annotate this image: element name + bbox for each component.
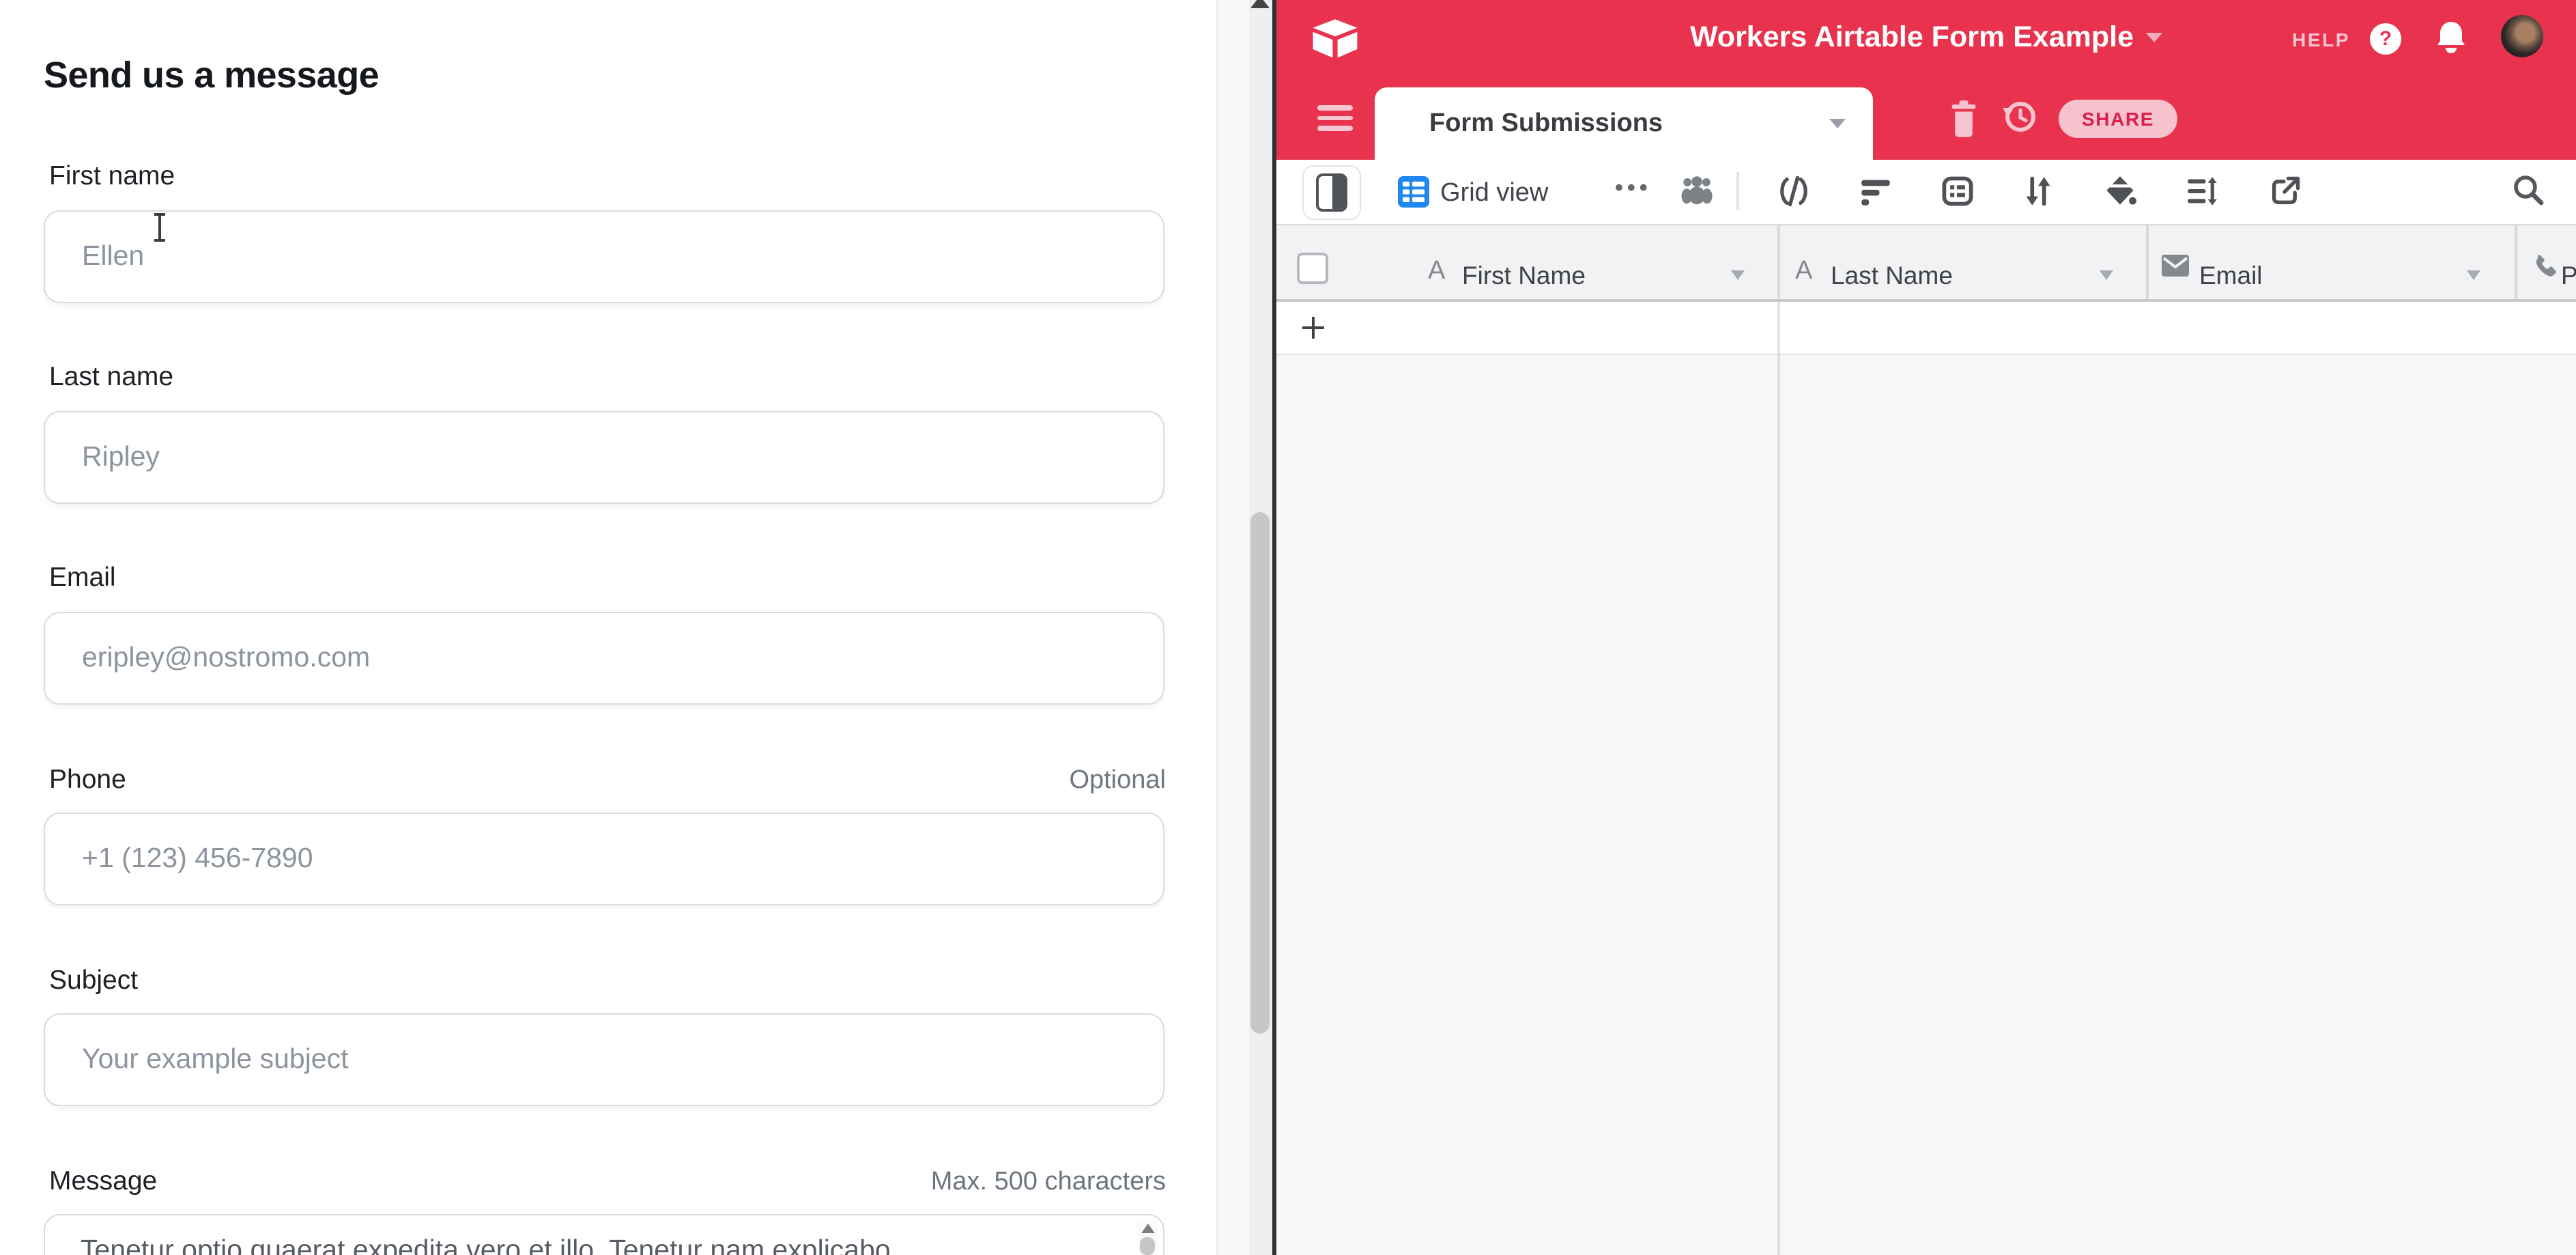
email-field-icon	[2161, 254, 2190, 277]
phone-label: Phone	[49, 765, 126, 796]
frozen-column-divider[interactable]	[1777, 355, 1779, 1255]
chevron-down-icon[interactable]	[1829, 119, 1846, 128]
email-placeholder: eripley@nostromo.com	[82, 613, 370, 703]
email-input[interactable]: eripley@nostromo.com	[44, 612, 1164, 705]
chevron-down-icon[interactable]	[2146, 33, 2162, 42]
column-header-last-name[interactable]: Last Name	[1831, 261, 1953, 291]
phone-field-icon	[2530, 253, 2558, 281]
base-title[interactable]: Workers Airtable Form Example	[1690, 20, 2134, 53]
message-scroll-thumb[interactable]	[1140, 1237, 1155, 1255]
subject-label: Subject	[49, 965, 138, 997]
phone-placeholder: +1 (123) 456-7890	[82, 814, 313, 904]
message-maxchars-note: Max. 500 characters	[931, 1168, 1166, 1198]
column-divider[interactable]	[2515, 225, 2517, 299]
scroll-up-icon[interactable]	[1141, 1224, 1155, 1233]
email-label: Email	[49, 563, 116, 594]
text-field-icon: A	[1428, 257, 1445, 287]
last-name-input[interactable]: Ripley	[44, 411, 1164, 504]
last-name-label: Last name	[49, 362, 173, 393]
bell-icon[interactable]	[2435, 20, 2467, 56]
form-title: Send us a message	[44, 55, 379, 97]
airtable-topbar: Workers Airtable Form Example HELP ?	[1276, 0, 2576, 81]
contact-form-pane: Send us a message First name Ellen Last …	[0, 0, 1216, 1255]
chevron-down-icon[interactable]	[1731, 270, 1745, 280]
question-mark-icon[interactable]: ?	[2370, 23, 2401, 55]
chevron-down-icon[interactable]	[2100, 270, 2113, 280]
select-all-checkbox[interactable]	[1297, 253, 1328, 284]
phone-optional-note: Optional	[1069, 766, 1166, 796]
filter-icon[interactable]	[1859, 175, 1892, 208]
airtable-tabbar: Form Submissions SHARE	[1276, 81, 2576, 160]
row-height-icon[interactable]	[2186, 175, 2218, 208]
message-text: Tenetur optio quaerat expedita vero et i…	[81, 1235, 1132, 1255]
grid-view-icon[interactable]	[1398, 176, 1429, 208]
text-cursor-icon	[153, 213, 167, 242]
screen: Send us a message First name Ellen Last …	[0, 0, 2576, 1255]
airtable-window: Workers Airtable Form Example HELP ? For…	[1276, 0, 2576, 1255]
group-icon[interactable]	[1941, 175, 1974, 208]
column-header-email[interactable]: Email	[2199, 261, 2263, 291]
tab-form-submissions[interactable]: Form Submissions	[1375, 87, 1873, 160]
scroll-up-arrow-icon[interactable]	[1250, 0, 1270, 8]
message-label: Message	[49, 1166, 157, 1198]
column-header-first-name[interactable]: First Name	[1462, 261, 1586, 291]
share-view-icon[interactable]	[2269, 175, 2302, 208]
column-divider[interactable]	[1777, 225, 1779, 299]
frozen-column-divider	[1777, 302, 1779, 354]
sidebar-icon	[1316, 173, 1347, 212]
collaborators-icon[interactable]	[1680, 173, 1713, 206]
first-name-input[interactable]: Ellen	[44, 210, 1164, 303]
color-icon[interactable]	[2104, 175, 2136, 208]
plus-icon[interactable]	[1302, 317, 1324, 339]
add-record-row[interactable]	[1276, 302, 2576, 355]
page-gutter	[1216, 0, 1250, 1255]
table-tab-label: Form Submissions	[1429, 87, 1663, 160]
sort-icon[interactable]	[2022, 175, 2055, 208]
share-button[interactable]: SHARE	[2059, 100, 2177, 138]
view-sidebar-toggle[interactable]	[1302, 165, 1361, 220]
column-divider[interactable]	[2146, 225, 2148, 299]
last-name-placeholder: Ripley	[82, 412, 160, 503]
view-name[interactable]: Grid view	[1440, 179, 1548, 209]
first-name-label: First name	[49, 161, 175, 193]
toolbar-divider	[1736, 172, 1739, 210]
help-button[interactable]: HELP	[2292, 29, 2350, 51]
subject-input[interactable]: Your example subject	[44, 1013, 1164, 1106]
first-name-placeholder: Ellen	[82, 212, 144, 302]
trash-icon[interactable]	[1949, 100, 1978, 138]
avatar[interactable]	[2501, 15, 2543, 57]
column-header-phone[interactable]: Phone	[2561, 261, 2576, 291]
phone-input[interactable]: +1 (123) 456-7890	[44, 813, 1164, 905]
search-icon[interactable]	[2512, 173, 2545, 206]
text-field-icon: A	[1795, 257, 1812, 287]
hide-fields-icon[interactable]	[1777, 175, 1810, 208]
view-options-ellipsis[interactable]: •••	[1615, 175, 1652, 202]
grid-empty-area	[1276, 355, 2576, 1255]
page-scrollbar-thumb[interactable]	[1250, 512, 1270, 1034]
subject-placeholder: Your example subject	[82, 1015, 349, 1105]
history-icon[interactable]	[2001, 98, 2038, 135]
chevron-down-icon[interactable]	[2467, 270, 2480, 280]
